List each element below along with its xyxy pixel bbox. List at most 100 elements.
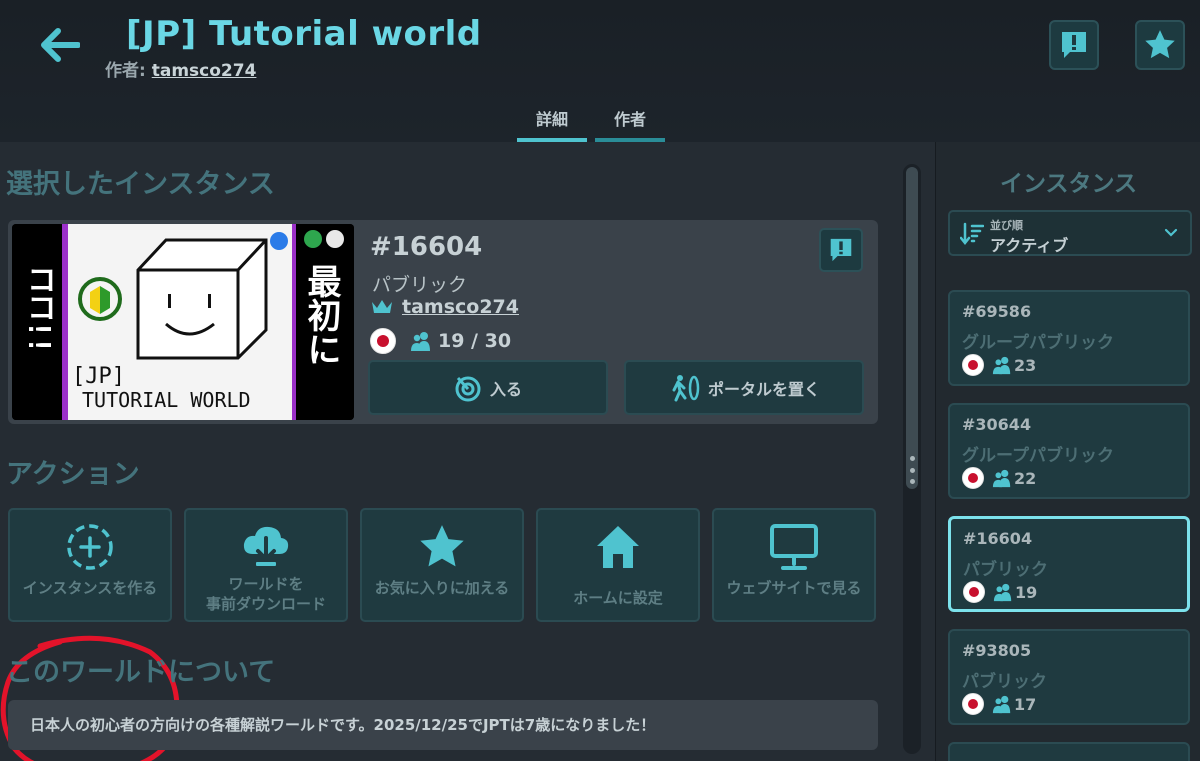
- selected-instance-card: ココ!! [JP] TUTORIAL WORLD 最初に #16604 パブリッ…: [8, 220, 878, 424]
- instance-owner-name[interactable]: tamsco274: [402, 296, 519, 318]
- selected-instance-heading: 選択したインスタンス: [6, 169, 275, 200]
- player-count: 19 / 30: [410, 330, 511, 352]
- header-bar: [JP] Tutorial world 作者: tamsco274 詳細 作者: [0, 0, 1200, 142]
- thumbnail-caption-2: TUTORIAL WORLD: [82, 388, 251, 412]
- apple-platform-icon: [326, 230, 344, 248]
- place-portal-label: ポータルを置く: [707, 379, 820, 399]
- instance-owner: tamsco274: [370, 296, 519, 318]
- users-icon: [992, 469, 1011, 488]
- instance-report-button[interactable]: [819, 228, 863, 272]
- create-instance-button[interactable]: インスタンスを作る: [8, 508, 172, 622]
- arrow-left-icon: [41, 28, 80, 62]
- instance-meta: 19 / 30: [370, 328, 511, 354]
- sort-label: 並び順: [990, 219, 1023, 232]
- thumbnail-left-strip: ココ!!: [12, 224, 62, 420]
- instance-list-count: 22: [1014, 468, 1037, 488]
- japan-flag-icon: [962, 693, 984, 715]
- cloud-download-icon: [243, 526, 289, 566]
- japan-flag-icon: [370, 328, 396, 354]
- instance-type: パブリック: [372, 274, 468, 296]
- join-portal-icon: [455, 376, 481, 401]
- users-icon: [411, 332, 430, 351]
- star-icon: [420, 525, 464, 567]
- instance-sidebar: インスタンス 並び順 アクティブ #69586 グループパブリック 23 #30…: [935, 142, 1200, 761]
- panel-resize-handle[interactable]: [908, 456, 916, 484]
- instance-list-type: パブリック: [962, 672, 1047, 692]
- windows-platform-icon: [270, 232, 288, 250]
- users-icon: [993, 583, 1012, 602]
- sort-icon: [960, 222, 984, 246]
- world-thumbnail: ココ!! [JP] TUTORIAL WORLD 最初に: [12, 224, 354, 420]
- smiling-cube-icon: [136, 238, 268, 360]
- sort-dropdown[interactable]: 並び順 アクティブ: [948, 210, 1192, 256]
- instance-list-meta: 22: [962, 467, 1036, 489]
- instance-list-item-partial[interactable]: [948, 742, 1190, 761]
- instance-list-number: #16604: [963, 529, 1033, 548]
- thumbnail-caption-1: [JP]: [72, 364, 125, 389]
- report-icon: [830, 238, 852, 262]
- join-button[interactable]: 入る: [368, 360, 608, 415]
- place-portal-button[interactable]: ポータルを置く: [624, 360, 864, 415]
- main-scrollbar-thumb[interactable]: [906, 167, 918, 489]
- japan-flag-icon: [962, 467, 984, 489]
- set-home-label: ホームに設定: [573, 589, 663, 607]
- author-link[interactable]: tamsco274: [152, 61, 257, 81]
- instance-list-item-selected[interactable]: #16604 パブリック 19: [948, 516, 1190, 612]
- instance-list-type: グループパブリック: [962, 333, 1114, 353]
- set-home-button[interactable]: ホームに設定: [536, 508, 700, 622]
- instance-list-type: パブリック: [963, 560, 1048, 580]
- instance-list-item[interactable]: #30644 グループパブリック 22: [948, 403, 1190, 499]
- instance-list-count: 17: [1014, 694, 1037, 714]
- tab-author[interactable]: 作者: [595, 96, 665, 142]
- view-website-label: ウェブサイトで見る: [726, 579, 862, 597]
- instance-list-meta: 17: [962, 693, 1036, 715]
- instance-list-count: 23: [1014, 355, 1037, 375]
- author-line: 作者: tamsco274: [105, 56, 256, 81]
- predownload-label: ワールドを 事前ダウンロード: [205, 575, 326, 614]
- thumbnail-right-strip: 最初に: [296, 224, 354, 420]
- tab-details[interactable]: 詳細: [517, 96, 587, 142]
- actions-heading: アクション: [6, 459, 140, 490]
- sidebar-title: インスタンス: [999, 171, 1138, 197]
- home-icon: [597, 526, 639, 568]
- instance-list-item[interactable]: #69586 グループパブリック 23: [948, 290, 1190, 386]
- thumbnail-left-text: ココ!!: [21, 264, 56, 353]
- favorite-button[interactable]: [1135, 20, 1185, 70]
- walk-portal-icon: [672, 374, 700, 401]
- world-title: [JP] Tutorial world: [126, 14, 482, 54]
- instance-list-count: 19: [1015, 582, 1038, 602]
- back-button[interactable]: [36, 24, 84, 66]
- world-description: 日本人の初心者の方向けの各種解説ワールドです。2025/12/25でJPTは7歳…: [8, 700, 878, 750]
- instance-list-meta: 23: [962, 354, 1036, 376]
- view-website-button[interactable]: ウェブサイトで見る: [712, 508, 876, 622]
- report-button[interactable]: [1049, 20, 1099, 70]
- report-icon: [1062, 32, 1086, 58]
- about-heading: このワールドについて: [6, 657, 276, 688]
- japan-flag-icon: [962, 354, 984, 376]
- instance-list-number: #69586: [962, 302, 1032, 321]
- create-instance-label: インスタンスを作る: [22, 579, 158, 597]
- add-favorite-button[interactable]: お気に入りに加える: [360, 508, 524, 622]
- crown-icon: [372, 300, 392, 313]
- users-icon: [992, 356, 1011, 375]
- instance-number: #16604: [370, 232, 483, 262]
- plus-circle-icon: [67, 524, 113, 570]
- japan-flag-icon: [963, 581, 985, 603]
- instance-list-number: #93805: [962, 641, 1032, 660]
- player-count-text: 19 / 30: [438, 330, 512, 352]
- sort-value: アクティブ: [990, 236, 1069, 255]
- android-platform-icon: [304, 230, 322, 248]
- thumbnail-right-text: 最初に: [301, 264, 341, 366]
- monitor-icon: [770, 524, 818, 570]
- star-icon: [1145, 30, 1175, 59]
- instance-list-number: #30644: [962, 415, 1032, 434]
- thumbnail-center: [JP] TUTORIAL WORLD: [68, 224, 292, 420]
- main-content: 選択したインスタンス ココ!! [JP] TUTORIAL WORLD 最初に …: [0, 142, 935, 761]
- tab-bar: 詳細 作者: [517, 96, 665, 142]
- beginner-mark-icon: [78, 277, 122, 321]
- add-favorite-label: お気に入りに加える: [374, 579, 510, 597]
- author-label: 作者:: [105, 61, 152, 81]
- predownload-button[interactable]: ワールドを 事前ダウンロード: [184, 508, 348, 622]
- instance-list-item[interactable]: #93805 パブリック 17: [948, 629, 1190, 725]
- instance-list-meta: 19: [963, 581, 1037, 603]
